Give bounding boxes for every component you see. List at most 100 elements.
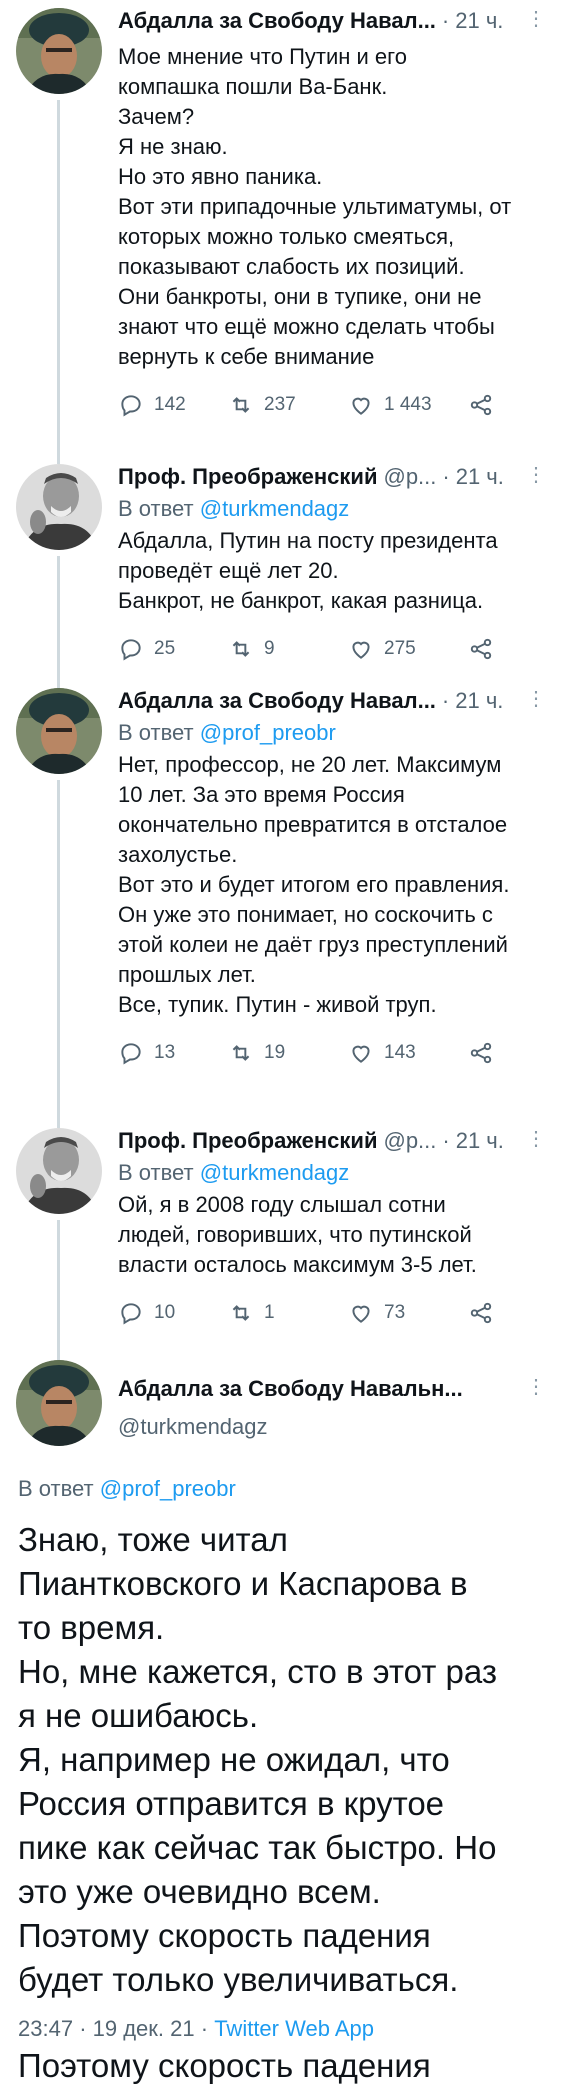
source-app-link[interactable]: Twitter Web App (214, 2016, 374, 2041)
like-button[interactable]: 1 443 (348, 392, 468, 418)
reply-to-label: В ответ (18, 1476, 94, 1501)
share-button[interactable] (468, 636, 494, 662)
text-line: Я, например не ожидал, что (18, 1741, 450, 1778)
author-name[interactable]: Абдалла за Свободу Навал... (118, 688, 436, 714)
more-options-icon[interactable]: ⋮ (523, 464, 549, 490)
turban-avatar-icon (16, 688, 102, 774)
text-line: Но, мне кажется, сто в этот раз (18, 1653, 497, 1690)
tweet-meta: 23:47 · 19 дек. 21 · Twitter Web App (18, 2014, 549, 2044)
author-handle[interactable]: @p... (383, 1128, 436, 1154)
timestamp[interactable]: 21 ч. (456, 1128, 504, 1154)
more-options-icon[interactable]: ⋮ (523, 688, 549, 714)
separator-dot: · (200, 2016, 209, 2041)
separator-dot: · (441, 688, 450, 713)
retweet-button[interactable]: 1 (228, 1300, 348, 1326)
mention-link[interactable]: @turkmendagz (200, 1160, 350, 1185)
tweet-time[interactable]: 23:47 (18, 2016, 73, 2041)
avatar[interactable] (16, 1360, 102, 1446)
text-line: захолустье. (118, 842, 238, 867)
heart-icon (352, 641, 370, 659)
like-count: 143 (384, 1042, 416, 1063)
text-line: 10 лет. За это время Россия (118, 782, 405, 807)
author-handle[interactable]: @turkmendagz (118, 1414, 549, 1440)
share-button[interactable] (468, 1300, 494, 1326)
heart-icon (352, 1045, 370, 1063)
heart-icon (352, 1305, 370, 1323)
share-icon (470, 394, 492, 416)
more-options-icon[interactable]: ⋮ (523, 1376, 549, 1402)
share-icon (470, 638, 492, 660)
more-options-icon[interactable]: ⋮ (523, 1128, 549, 1154)
tweet-text: Нет, профессор, не 20 лет. Максимум 10 л… (118, 750, 549, 1020)
author-handle[interactable]: @p... (383, 464, 436, 490)
reply-button[interactable]: 10 (118, 1300, 228, 1326)
tweet[interactable]: Проф. Преображенский @p... · 21 ч. ⋮ В о… (0, 452, 563, 674)
text-line: будет только увеличиваться. (18, 1961, 459, 1998)
text-line: проведёт ещё лет 20. (118, 558, 339, 583)
like-button[interactable]: 275 (348, 636, 468, 662)
avatar[interactable] (16, 1128, 102, 1214)
retweet-button[interactable]: 19 (228, 1040, 348, 1066)
timestamp[interactable]: 21 ч. (455, 688, 503, 714)
text-line: знают что ещё можно сделать чтобы (118, 314, 495, 339)
avatar[interactable] (16, 8, 102, 94)
retweet-button[interactable]: 9 (228, 636, 348, 662)
thread-connector (57, 780, 60, 1118)
separator-dot: · (79, 2016, 87, 2041)
mention-link[interactable]: @prof_preobr (200, 720, 336, 745)
text-line: Мое мнение что Путин и его (118, 44, 407, 69)
share-button[interactable] (468, 1040, 494, 1066)
like-button[interactable]: 143 (348, 1040, 468, 1066)
author-name[interactable]: Проф. Преображенский (118, 1128, 377, 1154)
tweet-actions: 13 19 143 (118, 1038, 549, 1068)
tweet[interactable]: Абдалла за Свободу Навал... · 21 ч. ⋮ Мо… (0, 0, 563, 452)
mention-link[interactable]: @prof_preobr (100, 1476, 236, 1501)
reply-button[interactable]: 13 (118, 1040, 228, 1066)
turban-avatar-icon (16, 1360, 102, 1446)
reply-button[interactable]: 142 (118, 392, 228, 418)
timestamp[interactable]: 21 ч. (455, 8, 503, 34)
thread-connector (57, 556, 60, 674)
reply-icon (121, 395, 141, 417)
timestamp[interactable]: 21 ч. (456, 464, 504, 490)
share-button[interactable] (468, 392, 494, 418)
text-line: компашка пошли Ва-Банк. (118, 74, 388, 99)
reply-count: 142 (154, 394, 186, 415)
tweet-header: Абдалла за Свободу Навальн... (118, 1376, 549, 1402)
tweet-actions: 25 9 275 (118, 634, 549, 664)
tweet-header: Абдалла за Свободу Навал... · 21 ч. (118, 688, 549, 714)
author-name[interactable]: Проф. Преображенский (118, 464, 377, 490)
more-options-icon[interactable]: ⋮ (523, 8, 549, 34)
author-name[interactable]: Абдалла за Свободу Навальн... (118, 1376, 463, 1402)
reply-count: 13 (154, 1042, 176, 1063)
text-line: которых можно только смеяться, (118, 224, 455, 249)
text-line: Все, тупик. Путин - живой труп. (118, 992, 437, 1017)
mention-link[interactable]: @turkmendagz (200, 496, 350, 521)
focused-tweet[interactable]: Абдалла за Свободу Навальн... ⋮ @turkmen… (0, 1348, 563, 2084)
retweet-button[interactable]: 237 (228, 392, 348, 418)
like-button[interactable]: 73 (348, 1300, 468, 1326)
text-line: вернуть к себе внимание (118, 344, 375, 369)
tweet-date[interactable]: 19 дек. 21 (93, 2016, 195, 2041)
text-line: Нет, профессор, не 20 лет. Максимум (118, 752, 502, 777)
thread-connector (57, 1348, 60, 1360)
tweet[interactable]: Проф. Преображенский @p... · 21 ч. ⋮ В о… (0, 1118, 563, 1348)
tweet-header: Проф. Преображенский @p... · 21 ч. (118, 1128, 549, 1154)
text-line: это уже очевидно всем. (18, 1873, 381, 1910)
text-line: Абдалла, Путин на посту президента (118, 528, 498, 553)
text-line: я не ошибаюсь. (18, 1697, 259, 1734)
reply-context: В ответ @prof_preobr (118, 718, 549, 748)
retweet-count: 237 (264, 394, 296, 415)
avatar[interactable] (16, 688, 102, 774)
author-name[interactable]: Абдалла за Свободу Навал... (118, 8, 436, 34)
reply-button[interactable]: 25 (118, 636, 228, 662)
tweet-actions: 142 237 1 443 (118, 390, 549, 420)
retweet-icon (232, 1045, 250, 1061)
reply-icon (121, 1043, 141, 1065)
text-line: то время. (18, 1609, 165, 1646)
avatar[interactable] (16, 464, 102, 550)
tweet[interactable]: Абдалла за Свободу Навал... · 21 ч. ⋮ В … (0, 674, 563, 1118)
like-count: 275 (384, 638, 416, 659)
tweet-text: Ой, я в 2008 году слышал сотни людей, го… (118, 1190, 549, 1280)
thread-connector (57, 452, 60, 464)
